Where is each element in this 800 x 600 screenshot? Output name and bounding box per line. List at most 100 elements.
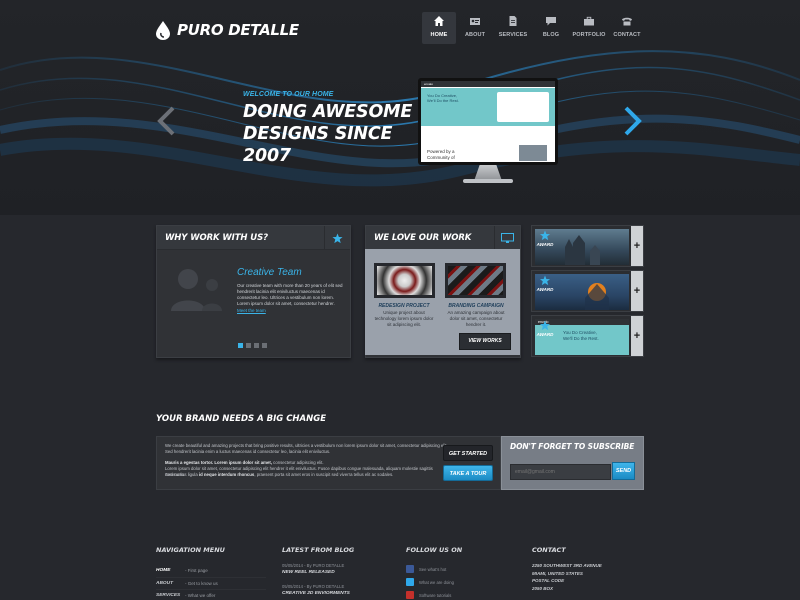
hero-title-line-1: DOING AWESOME — [243, 102, 413, 122]
slider-dots — [238, 343, 267, 348]
nav-item-about[interactable]: ABOUT — [456, 12, 494, 44]
footer-nav-label[interactable]: SERVICES — [156, 593, 185, 598]
nav-item-blog[interactable]: BLOG — [532, 12, 570, 44]
award-badge: AWARD — [536, 275, 554, 292]
slider-prev-arrow[interactable] — [155, 106, 177, 136]
footer-nav-item-about[interactable]: ABOUT - Get to know us — [156, 578, 266, 590]
award-label: AWARD — [536, 242, 554, 247]
monitor-screen: envato You Do Creative, We'll Do the Rest… — [418, 78, 558, 165]
slider-dot[interactable] — [238, 343, 243, 348]
nav-label: HOME — [430, 32, 448, 38]
team-avatar-icon — [171, 269, 222, 311]
brand-bold-text: Mauris a egestas tortor. Lorem ipsum dol… — [165, 460, 272, 465]
blog-post[interactable]: 05/05/2014 - By PURO DETALLE NEW REEL RE… — [282, 563, 392, 575]
site-logo[interactable]: PURO DETALLE — [155, 20, 299, 40]
contact-info: 2250 SOUTHWEST 3RD AVENUE MIAMI, UNITED … — [532, 562, 632, 592]
footer-nav-item-services[interactable]: SERVICES - What we offer — [156, 590, 266, 600]
nav-item-portfolio[interactable]: PORTFOLIO — [570, 12, 608, 44]
footer-nav-item-home[interactable]: HOME - First page — [156, 565, 266, 578]
facebook-icon[interactable] — [406, 565, 414, 573]
footer-contact-title: CONTACT — [532, 546, 566, 554]
slider-dot[interactable] — [262, 343, 267, 348]
blog-date: 05/05/2014 - By PURO DETALLE — [282, 584, 345, 589]
award-tagline: You Do Creative, We'll Do the Rest. — [563, 330, 599, 342]
main-navigation: HOME ABOUT SERVICES BLOG PORTFOLIO CONTA… — [422, 12, 646, 44]
nav-item-contact[interactable]: CONTACT — [608, 12, 646, 44]
nav-label: CONTACT — [613, 32, 641, 38]
footer-nav-title: NAVIGATION MENU — [156, 546, 225, 554]
nav-item-home[interactable]: HOME — [422, 12, 456, 44]
contact-line: 2050 BOX — [532, 585, 554, 591]
email-input[interactable] — [510, 464, 611, 480]
follow-text: What we are doing — [419, 579, 454, 585]
award-label: AWARD — [536, 332, 554, 337]
youtube-icon[interactable] — [406, 591, 414, 599]
work-title: WE LOVE OUR WORK — [374, 232, 472, 243]
expand-plus-button[interactable]: + — [631, 316, 643, 356]
expand-plus-button[interactable]: + — [631, 226, 643, 266]
contact-line: 2250 SOUTHWEST 3RD AVENUE — [532, 563, 602, 568]
footer-follow-title: FOLLOW US ON — [406, 546, 463, 554]
award-tagline-2: We'll Do the Rest. — [563, 336, 599, 341]
expand-plus-button[interactable]: + — [631, 271, 643, 311]
brand-text: consectetur adipiscing elit. — [271, 460, 324, 465]
screen-tagline: You Do Creative, We'll Do the Rest. — [427, 93, 459, 103]
redesign-text: Unique project about technology lorem ip… — [374, 310, 434, 327]
screen-powered-2: Community of — [427, 155, 455, 160]
blog-title[interactable]: NEW REEL RELEASED — [282, 570, 392, 575]
blog-post[interactable]: 05/05/2014 - By PURO DETALLE CREATIVE 2D… — [282, 584, 392, 596]
meet-team-link[interactable]: Meet the team — [237, 308, 266, 313]
contact-line: POSTAL CODE — [532, 578, 565, 583]
award-label: AWARD — [536, 287, 554, 292]
branding-title[interactable]: BRANDING CAMPAIGN — [444, 303, 508, 309]
blog-title[interactable]: CREATIVE 2D ENVIORMENTS — [282, 591, 392, 596]
take-tour-button[interactable]: TAKE A TOUR — [443, 465, 493, 481]
footer-nav: HOME - First page ABOUT - Get to know us S… — [156, 565, 266, 600]
footer-nav-desc: - First page — [185, 568, 208, 574]
monitor-icon — [494, 226, 520, 250]
brand-text: , praesent porta sit amet eros in suscip… — [254, 472, 394, 477]
follow-facebook[interactable]: See what's hot — [406, 565, 446, 573]
slider-dot[interactable] — [254, 343, 259, 348]
briefcase-icon — [584, 16, 594, 26]
star-icon — [539, 275, 551, 286]
get-started-button[interactable]: GET STARTED — [443, 445, 493, 461]
monitor-base — [463, 179, 513, 183]
twitter-icon[interactable] — [406, 578, 414, 586]
send-button[interactable]: SEND — [612, 462, 635, 480]
follow-text: See what's hot — [419, 566, 447, 572]
award-card[interactable]: AWARD + — [531, 270, 644, 312]
nav-label: PORTFOLIO — [572, 32, 606, 38]
footer-nav-label[interactable]: HOME — [156, 568, 185, 573]
slider-dot[interactable] — [246, 343, 251, 348]
brand-text: Sed cursus ligula — [165, 472, 199, 477]
footer-nav-desc: - What we offer — [185, 593, 216, 599]
follow-twitter[interactable]: What we are doing — [406, 578, 454, 586]
screen-brand: envato — [421, 81, 555, 87]
redesign-thumbnail[interactable] — [374, 263, 435, 298]
team-title: Creative Team — [237, 267, 302, 278]
star-icon — [539, 320, 551, 331]
award-badge: AWARD — [536, 320, 554, 337]
redesign-title[interactable]: REDESIGN PROJECT — [372, 303, 436, 309]
drop-icon — [156, 21, 170, 40]
brand-paragraph-2: Mauris a egestas tortor. Lorem ipsum dol… — [165, 460, 449, 466]
slider-next-arrow[interactable] — [622, 106, 644, 136]
view-works-button[interactable]: VIEW WORKS — [459, 333, 511, 350]
star-icon — [324, 226, 350, 250]
id-card-icon — [470, 18, 480, 25]
home-icon — [434, 16, 444, 26]
contact-line: MIAMI, UNITED STATES — [532, 570, 583, 576]
screen-tagline-2: We'll Do the Rest. — [427, 98, 459, 103]
award-card[interactable]: envato You Do Creative, We'll Do the Rest… — [531, 315, 644, 357]
monitor-image: envato You Do Creative, We'll Do the Rest… — [418, 78, 558, 194]
branding-text: An amazing campaign about dolor sit amet… — [447, 310, 505, 327]
follow-youtube[interactable]: Software tutorials — [406, 591, 451, 599]
footer-nav-label[interactable]: ABOUT — [156, 581, 185, 586]
team-text: Our creative team with more than 20 year… — [237, 283, 343, 306]
document-icon — [509, 16, 517, 26]
branding-thumbnail[interactable] — [445, 263, 506, 298]
nav-item-services[interactable]: SERVICES — [494, 12, 532, 44]
nav-label: SERVICES — [498, 32, 528, 38]
award-card[interactable]: AWARD + — [531, 225, 644, 267]
